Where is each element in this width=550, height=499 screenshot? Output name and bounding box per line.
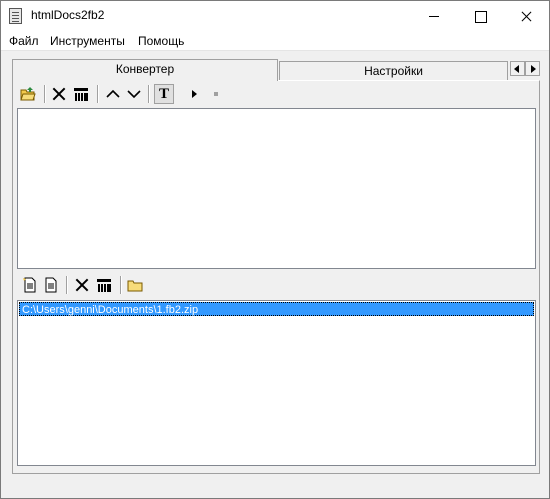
delete-icon: [74, 277, 90, 293]
move-down-button[interactable]: [124, 84, 144, 104]
tab-scroll-left-button[interactable]: [510, 61, 525, 76]
clear-icon: [74, 88, 88, 101]
move-down-icon: [127, 90, 141, 99]
source-toolbar: T: [17, 83, 535, 107]
app-icon: [9, 8, 22, 24]
tab-settings[interactable]: Настройки: [279, 61, 508, 81]
toolbar-separator: [97, 85, 99, 103]
list-item[interactable]: C:\Users\genni\Documents\1.fb2.zip: [19, 302, 534, 316]
tab-strip: Конвертер Настройки: [12, 59, 540, 81]
toolbar-separator: [44, 85, 46, 103]
remove-output-button[interactable]: [72, 275, 92, 295]
new-document-icon: [23, 277, 36, 293]
source-files-list[interactable]: [17, 108, 536, 269]
clear-list-button[interactable]: [71, 84, 91, 104]
text-mode-icon: T: [158, 86, 169, 102]
toolbar-separator: [66, 276, 68, 294]
new-document-button[interactable]: [20, 275, 40, 295]
toolbar-separator: [120, 276, 122, 294]
main-window: htmlDocs2fb2 Файл Инструменты Помощь Кон…: [0, 0, 550, 499]
menu-file[interactable]: Файл: [9, 34, 39, 48]
text-mode-toggle[interactable]: T: [154, 84, 174, 104]
folder-icon: [127, 280, 143, 292]
tab-scroll-right-button[interactable]: [525, 61, 540, 76]
menu-bar: Файл Инструменты Помощь: [1, 31, 549, 51]
minimize-button[interactable]: [411, 1, 457, 31]
title-bar: htmlDocs2fb2: [1, 1, 549, 31]
window-title: htmlDocs2fb2: [31, 8, 105, 22]
delete-icon: [51, 86, 67, 102]
remove-item-button[interactable]: [49, 84, 69, 104]
document-icon: [45, 277, 57, 293]
toolbar-separator: [148, 85, 150, 103]
document-button[interactable]: [41, 275, 61, 295]
close-button[interactable]: [503, 1, 549, 31]
output-files-list[interactable]: C:\Users\genni\Documents\1.fb2.zip: [17, 300, 536, 466]
output-toolbar: [17, 274, 535, 298]
move-up-button[interactable]: [103, 84, 123, 104]
open-folder-icon: [20, 87, 36, 101]
clear-output-button[interactable]: [94, 275, 114, 295]
menu-help[interactable]: Помощь: [138, 34, 184, 48]
clear-icon: [97, 279, 111, 292]
move-up-icon: [106, 89, 120, 98]
start-icon: [192, 90, 197, 98]
start-button[interactable]: [184, 84, 204, 104]
stop-button[interactable]: [206, 84, 226, 104]
maximize-button[interactable]: [457, 1, 503, 31]
open-files-button[interactable]: [18, 84, 38, 104]
menu-tools[interactable]: Инструменты: [50, 34, 125, 48]
tab-converter[interactable]: Конвертер: [12, 59, 278, 81]
stop-icon: [214, 92, 218, 96]
open-output-folder-button[interactable]: [125, 275, 145, 295]
